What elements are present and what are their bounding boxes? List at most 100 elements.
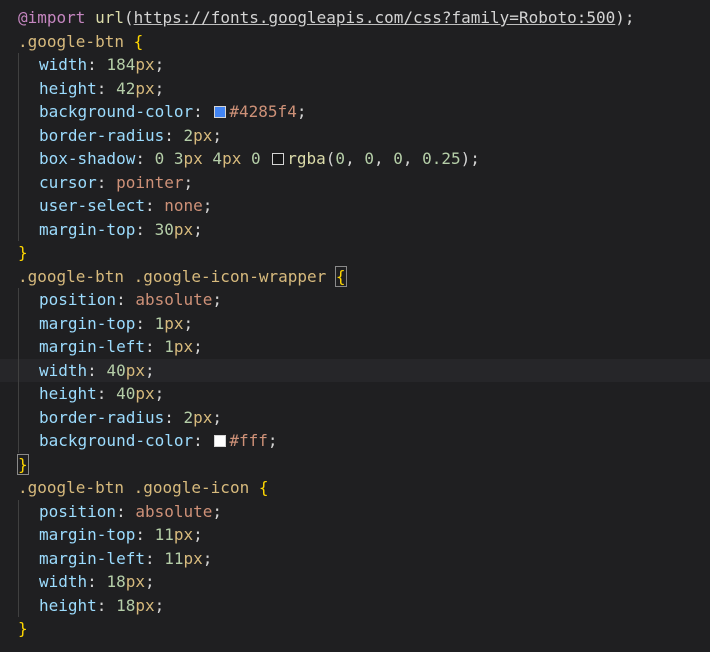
indent-guide <box>18 217 19 241</box>
code-token: https://fonts.googleapis.com/css?family=… <box>133 8 616 27</box>
code-token: ( <box>325 149 336 168</box>
code-token: 0 <box>250 149 261 168</box>
code-token: : <box>96 172 117 192</box>
code-line[interactable]: width: 40px; <box>0 358 710 383</box>
code-token: 0 <box>364 149 374 168</box>
color-swatch-blue[interactable] <box>214 106 227 118</box>
code-token: ; <box>154 55 165 74</box>
code-line[interactable]: width: 184px; <box>0 53 710 77</box>
indent-guide <box>18 546 19 570</box>
code-token: ; <box>183 172 194 192</box>
code-token: , <box>402 149 423 168</box>
code-token: ; <box>193 525 203 544</box>
code-line-text: height: 40px; <box>39 382 164 406</box>
code-line[interactable]: .google-btn .google-icon-wrapper { <box>0 265 710 289</box>
code-token: height <box>39 384 97 403</box>
code-token: : <box>164 407 184 427</box>
code-line[interactable]: box-shadow: 0 3px 4px 0 rgba(0, 0, 0, 0.… <box>0 147 710 171</box>
code-token: .google-btn <box>18 266 124 286</box>
code-token: 1 <box>154 313 165 333</box>
code-line[interactable]: .google-btn .google-icon { <box>0 476 710 500</box>
code-line[interactable]: height: 42px; <box>0 76 710 100</box>
code-line[interactable]: @import url(https://fonts.googleapis.com… <box>0 6 710 30</box>
code-line-text: @import url(https://fonts.googleapis.com… <box>18 6 635 30</box>
code-token: ; <box>202 548 213 568</box>
code-token: ; <box>193 337 203 356</box>
code-token: ; <box>202 196 213 215</box>
code-token: position <box>39 501 117 521</box>
code-token: .google-btn <box>18 478 124 497</box>
code-line[interactable]: user-select: none; <box>0 194 710 218</box>
code-line[interactable]: border-radius: 2px; <box>0 405 710 429</box>
code-token: : <box>135 525 155 544</box>
code-line[interactable]: margin-left: 1px; <box>0 335 710 359</box>
indent-guide <box>18 523 19 547</box>
code-token: px <box>183 149 203 168</box>
code-token: 0 <box>335 149 346 168</box>
code-token: px <box>173 337 194 356</box>
code-token: ; <box>144 572 155 591</box>
code-token: , <box>373 149 394 168</box>
color-swatch-white[interactable] <box>214 435 227 447</box>
indent-guide <box>18 123 19 147</box>
code-line[interactable]: height: 18px; <box>0 593 710 617</box>
code-line[interactable]: } <box>0 617 710 641</box>
color-swatch-shadow[interactable] <box>272 153 285 165</box>
code-token: width <box>39 360 88 380</box>
code-line-text: margin-top: 11px; <box>39 523 203 547</box>
code-line-text: margin-top: 1px; <box>39 312 193 336</box>
code-line[interactable]: } <box>0 453 710 477</box>
code-token: { <box>258 478 269 497</box>
code-line[interactable]: position: absolute; <box>0 499 710 523</box>
code-line[interactable]: background-color: #4285f4; <box>0 100 710 124</box>
code-token: ( <box>123 8 134 27</box>
code-token: 0.25 <box>422 149 461 168</box>
code-line[interactable]: .google-btn { <box>0 30 710 54</box>
code-token: : <box>164 125 184 145</box>
code-line[interactable]: } <box>0 241 710 265</box>
code-token: : <box>144 548 165 568</box>
code-token: 2 <box>183 125 194 145</box>
code-token: absolute <box>135 290 213 309</box>
code-token: 18 <box>106 572 126 591</box>
code-line[interactable]: background-color: #fff; <box>0 429 710 453</box>
code-line[interactable]: width: 18px; <box>0 570 710 594</box>
code-token: { <box>133 31 144 51</box>
code-token: url <box>95 8 124 27</box>
code-line[interactable]: margin-top: 1px; <box>0 311 710 336</box>
indent-guide <box>18 76 19 100</box>
code-line[interactable]: margin-top: 11px; <box>0 523 710 547</box>
code-line[interactable]: cursor: pointer; <box>0 170 710 194</box>
code-line[interactable]: margin-top: 30px; <box>0 217 710 242</box>
code-line[interactable]: border-radius: 2px; <box>0 123 710 147</box>
code-line-text: .google-btn .google-icon { <box>18 476 268 500</box>
code-line-text: margin-left: 1px; <box>39 335 203 359</box>
code-token: : <box>144 196 165 215</box>
indent-guide <box>18 335 19 359</box>
code-token: none <box>164 196 203 215</box>
code-token: position <box>39 290 117 309</box>
indent-guide <box>18 53 19 77</box>
code-line-text: width: 40px; <box>39 359 155 383</box>
indent-guide <box>18 170 19 194</box>
code-token: : <box>193 102 213 121</box>
code-line[interactable]: margin-left: 11px; <box>0 546 710 570</box>
code-token: px <box>135 78 155 98</box>
code-token: px <box>193 125 213 145</box>
code-token: background-color <box>39 102 194 121</box>
code-line[interactable]: height: 40px; <box>0 382 710 406</box>
code-line[interactable]: position: absolute; <box>0 288 710 312</box>
code-line-text: } <box>18 241 28 265</box>
code-token: 1 <box>164 337 174 356</box>
code-line-text: user-select: none; <box>39 194 212 218</box>
code-line-text: margin-top: 30px; <box>39 218 203 242</box>
code-token: 184 <box>106 55 136 74</box>
code-token: : <box>96 595 117 615</box>
code-editor[interactable]: @import url(https://fonts.googleapis.com… <box>0 0 710 652</box>
code-token: px <box>173 525 194 544</box>
code-token: border-radius <box>39 407 165 427</box>
code-token: : <box>135 149 155 168</box>
